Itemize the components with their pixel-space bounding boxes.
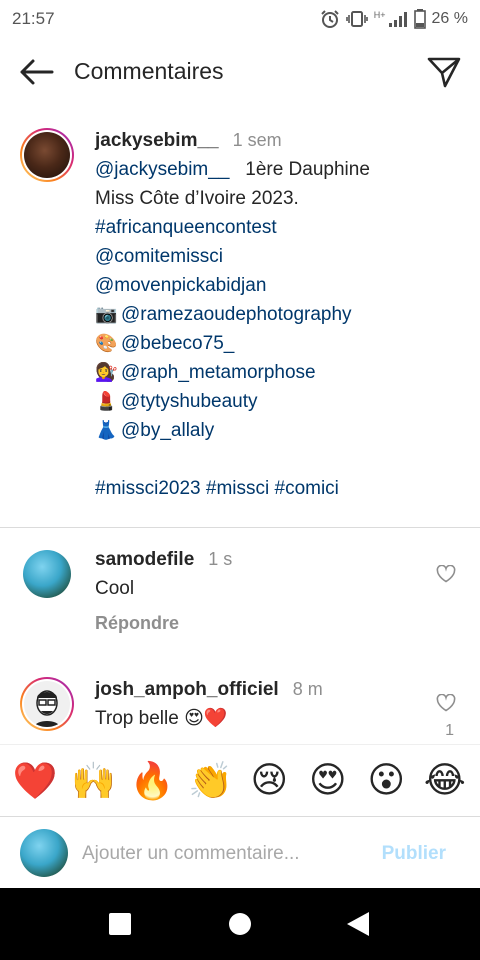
comment-text: Trop belle 😍❤️ xyxy=(95,708,228,729)
mention-link[interactable]: @tytyshubeauty xyxy=(121,391,258,412)
mention-link[interactable]: @bebeco75_ xyxy=(121,333,234,354)
recents-button[interactable] xyxy=(106,910,134,938)
emoji-surprised-button[interactable]: 😮 xyxy=(360,760,412,801)
status-bar: 21:57 H+ 26 % xyxy=(0,0,480,38)
hashtag-link[interactable]: #africanqueencontest xyxy=(95,213,465,242)
comment-item: samodefile 1 s Cool Répondre xyxy=(0,545,480,645)
credit-line: 👗 @by_allaly xyxy=(95,416,465,445)
comment-body: josh_ampoh_officiel 8 m Trop belle 😍❤️ xyxy=(95,675,323,733)
share-button[interactable] xyxy=(424,52,464,92)
square-icon xyxy=(109,913,131,935)
page-title: Commentaires xyxy=(74,58,224,84)
send-icon xyxy=(427,57,461,88)
like-button[interactable] xyxy=(434,562,458,586)
home-button[interactable] xyxy=(226,910,254,938)
comment-username[interactable]: samodefile xyxy=(95,549,194,570)
signal-icon xyxy=(388,10,408,28)
comment-text: Cool xyxy=(95,578,135,599)
caption-username[interactable]: jackysebim__ xyxy=(95,130,219,151)
comment-input[interactable] xyxy=(82,839,362,869)
emoji-heart-button[interactable]: ❤️ xyxy=(9,760,61,802)
mention-link[interactable]: @ramezaoudephotography xyxy=(121,304,352,325)
lipstick-emoji: 💄 xyxy=(95,391,118,411)
hashtag-links[interactable]: #missci2023 #missci #comici xyxy=(95,474,465,503)
emoji-bar: ❤️ 🙌 🔥 👏 😢 😍 😮 😂 xyxy=(0,744,480,816)
emoji-cry-button[interactable]: 😢 xyxy=(243,760,295,801)
haircut-emoji: 💇‍♀️ xyxy=(95,362,118,382)
emoji-laugh-button[interactable]: 😂 xyxy=(419,760,471,801)
comment-input-row: Publier xyxy=(0,816,480,888)
camera-emoji: 📷 xyxy=(95,304,118,324)
heart-outline-icon xyxy=(436,565,456,583)
caption-text: jackysebim__ 1 sem @jackysebim__ 1ère Dau… xyxy=(95,126,465,503)
like-count: 1 xyxy=(445,722,454,739)
caption-author-avatar[interactable] xyxy=(20,128,74,182)
current-user-avatar xyxy=(20,829,68,877)
comment-body: samodefile 1 s Cool Répondre xyxy=(95,545,232,638)
caption-line: 1ère Dauphine xyxy=(245,159,370,180)
mention-link[interactable]: @comitemissci xyxy=(95,242,465,271)
emoji-fire-button[interactable]: 🔥 xyxy=(126,760,178,802)
emoji-heart-eyes-button[interactable]: 😍 xyxy=(302,760,354,801)
vibrate-icon xyxy=(345,9,368,29)
credit-line: 📷 @ramezaoudephotography xyxy=(95,300,465,329)
network-type: H+ xyxy=(373,10,386,20)
app-bar: Commentaires xyxy=(0,38,480,106)
circle-icon xyxy=(229,913,251,935)
battery-icon xyxy=(413,9,426,29)
battery-level: 26 % xyxy=(431,10,468,27)
caption-time: 1 sem xyxy=(232,130,282,150)
heart-outline-icon xyxy=(436,694,456,712)
back-nav-button[interactable] xyxy=(344,910,372,938)
comment-time: 1 s xyxy=(208,549,233,569)
like-button[interactable] xyxy=(434,691,458,715)
comment-item: josh_ampoh_officiel 8 m Trop belle 😍❤️ 1 xyxy=(0,675,480,743)
publish-button[interactable]: Publier xyxy=(382,843,446,865)
emoji-raised-hands-button[interactable]: 🙌 xyxy=(68,760,120,802)
back-button[interactable] xyxy=(14,52,58,92)
comment-time: 8 m xyxy=(292,679,323,699)
avatar xyxy=(24,681,70,727)
credit-line: 🎨 @bebeco75_ xyxy=(95,329,465,358)
palette-emoji: 🎨 xyxy=(95,333,118,353)
mention-link[interactable]: @raph_metamorphose xyxy=(121,362,316,383)
avatar[interactable] xyxy=(23,550,71,598)
emoji-clap-button[interactable]: 👏 xyxy=(185,760,237,802)
credit-line: 💄 @tytyshubeauty xyxy=(95,387,465,416)
comment-avatar[interactable] xyxy=(20,677,74,731)
arrow-left-icon xyxy=(20,59,54,85)
mention-link[interactable]: @by_allaly xyxy=(121,420,214,441)
credit-line: 💇‍♀️ @raph_metamorphose xyxy=(95,358,465,387)
alarm-icon xyxy=(320,9,340,29)
dress-emoji: 👗 xyxy=(95,420,118,440)
divider xyxy=(0,527,480,528)
mention-link[interactable]: @movenpickabidjan xyxy=(95,271,465,300)
caption-line: Miss Côte d’Ivoire 2023. xyxy=(95,188,299,209)
comment-username[interactable]: josh_ampoh_officiel xyxy=(95,679,279,700)
system-nav-bar xyxy=(0,888,480,960)
triangle-back-icon xyxy=(347,912,369,936)
reply-button[interactable]: Répondre xyxy=(95,613,179,633)
avatar xyxy=(24,132,70,178)
status-time: 21:57 xyxy=(12,9,55,28)
status-icons: H+ 26 % xyxy=(320,7,468,31)
mention-link[interactable]: @jackysebim__ xyxy=(95,159,229,180)
